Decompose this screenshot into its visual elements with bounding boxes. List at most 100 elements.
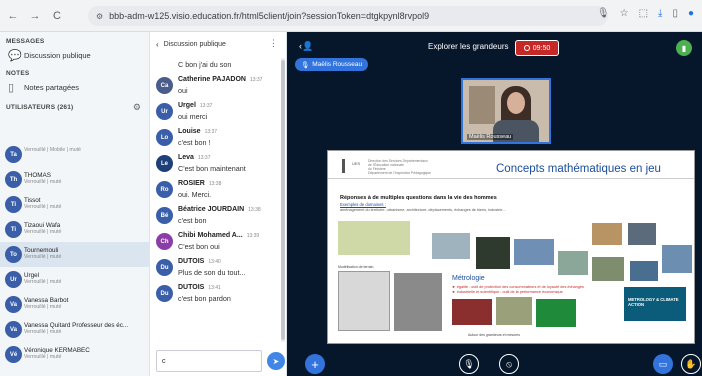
slide-caption: Autour des grandeurs et mesures <box>468 333 520 337</box>
camera-off-button[interactable]: ⦸ <box>499 354 519 374</box>
message-time: 13:37 <box>197 155 211 161</box>
message-time: 13:37 <box>204 129 218 135</box>
user-list-item[interactable]: Ti Tizaoui Wafa Verrouillé | muté <box>0 217 150 242</box>
slide-photo-image <box>592 223 622 245</box>
avatar: Lo <box>156 129 173 146</box>
microphone-muted-button[interactable]: 🎙 <box>459 354 479 374</box>
user-list-item[interactable]: Ti Tissot Verrouillé | muté <box>0 192 150 217</box>
user-list: Ta Verrouillé | Mobile | muté Th THOMAS Verr… <box>0 142 150 367</box>
reload-icon[interactable]: C <box>48 7 66 25</box>
side-panel-icon[interactable]: ▯ <box>672 8 678 19</box>
avatar: Ti <box>5 221 22 238</box>
avatar: Ur <box>156 103 173 120</box>
chat-message: Ur Urgel 13:37 oui merci <box>150 100 281 125</box>
more-options-icon[interactable]: ⋮ <box>269 38 278 49</box>
connection-status-icon[interactable]: ▮ <box>676 40 692 56</box>
slide-photo-image <box>662 245 692 273</box>
avatar: Du <box>156 259 173 276</box>
message-text: c'est bon <box>178 216 207 225</box>
avatar: Ro <box>156 181 173 198</box>
chat-message: Du DUTOIS 13:41 c'est bon pardon <box>150 282 281 307</box>
plus-actions-button[interactable]: + <box>305 354 325 374</box>
avatar: Va <box>5 296 22 313</box>
message-time: 13:37 <box>199 103 213 109</box>
slide-heading: Réponses à de multiples questions dans l… <box>340 195 497 201</box>
message-list: C bon j'ai du son Ca Catherine PAJADON 13:… <box>150 58 281 342</box>
user-list-item[interactable]: Th THOMAS Verrouillé | muté <box>0 167 150 192</box>
slide-photo-image <box>432 233 470 259</box>
bookmark-star-icon[interactable]: ☆ <box>620 8 629 19</box>
avatar: Du <box>156 285 173 302</box>
send-icon: ➤ <box>272 356 280 366</box>
chat-message-input[interactable] <box>156 350 262 372</box>
user-list-toggle-icon[interactable]: ‹👤 <box>299 41 313 52</box>
message-text: c'est bon pardon <box>178 294 231 303</box>
message-time: 13:38 <box>248 207 261 213</box>
message-continuation: C bon j'ai du son <box>150 58 281 73</box>
download-icon[interactable]: ⤓ <box>658 8 662 19</box>
avatar: Ur <box>5 271 22 288</box>
message-author: DUTOIS 13:40 <box>178 256 281 265</box>
slide-domains-text: aménagement du territoire, urbanisme, ar… <box>340 208 506 212</box>
address-bar[interactable]: ⚙ bbb-adm-w125.visio.education.fr/html5c… <box>88 6 608 26</box>
screen-share-button[interactable]: ▭ <box>653 354 673 374</box>
message-author: Chibi Mohamed A... 13:39 <box>178 230 281 239</box>
slide-title: Concepts mathématiques en jeu <box>496 163 661 175</box>
message-text: C bon j'ai du son <box>178 60 232 69</box>
site-info-icon[interactable]: ⚙ <box>96 12 103 21</box>
slide-photo-image <box>630 261 658 281</box>
sidebar-item-shared-notes[interactable]: ▯ Notes partagées <box>0 77 149 96</box>
author-name: Urgel <box>178 102 196 109</box>
users-heading: UTILISATEURS (261) <box>6 104 74 111</box>
webcam-name-label: Maëlis Rousseau <box>467 134 514 140</box>
message-author: Béatrice JOURDAIN 13:38 <box>178 204 281 213</box>
author-name: ROSIER <box>178 180 205 187</box>
message-author: Urgel 13:37 <box>178 100 281 109</box>
back-icon[interactable]: ← <box>4 7 22 25</box>
messages-heading: MESSAGES <box>6 38 45 45</box>
send-button[interactable]: ➤ <box>267 352 285 370</box>
avatar: To <box>5 246 22 263</box>
microphone-icon[interactable]: 🎙 <box>597 8 610 19</box>
sidebar-item-public-chat[interactable]: 💬 Discussion publique <box>0 45 149 64</box>
webcam-video[interactable]: Maëlis Rousseau <box>461 78 551 144</box>
chevron-left-icon[interactable]: ‹ <box>156 40 159 49</box>
gear-icon[interactable]: ⚙ <box>133 102 141 113</box>
slide-photo-image <box>628 223 656 245</box>
user-list-item[interactable]: Va Vanessa Quitard Professeur des éc... Ve… <box>0 317 150 342</box>
user-name: Urgel <box>24 272 40 279</box>
public-chat-label: Discussion publique <box>24 51 91 60</box>
scroll-thumb[interactable] <box>281 60 285 340</box>
slide-photo-image <box>514 239 554 265</box>
chat-header[interactable]: ‹ Discussion publique ⋮ <box>150 32 286 56</box>
user-name: Vanessa Barbot <box>24 297 69 304</box>
avatar: Ta <box>5 146 22 163</box>
message-time: 13:38 <box>208 181 222 187</box>
user-list-item[interactable]: Va Vanessa Barbot Verrouillé | muté <box>0 292 150 317</box>
user-list-item[interactable]: To Tournemouli Verrouillé | muté <box>0 242 150 267</box>
url-text: bbb-adm-w125.visio.education.fr/html5cli… <box>109 11 430 21</box>
raise-hand-button[interactable]: ✋ <box>681 354 701 374</box>
webcam-shelf <box>469 86 495 124</box>
chat-message: Du DUTOIS 13:40 Plus de son du tout... <box>150 256 281 281</box>
avatar: Vé <box>5 346 22 363</box>
user-name: Tournemouli <box>24 247 59 254</box>
chat-message: Le Leva 13:37 C'est bon maintenant <box>150 152 281 177</box>
metrology-badge-text: METROLOGY & CLIMATE ACTION <box>628 297 679 307</box>
user-list-item[interactable]: Ur Urgel Verrouillé | muté <box>0 267 150 292</box>
chat-scrollbar[interactable] <box>281 58 285 342</box>
forward-icon[interactable]: → <box>26 7 44 25</box>
avatar: Le <box>156 155 173 172</box>
chat-message: Ca Catherine PAJADON 13:37 oui <box>150 74 281 99</box>
message-author: DUTOIS 13:41 <box>178 282 281 291</box>
microphone-icon: 🎙 <box>301 61 310 69</box>
user-list-item[interactable]: Ta Verrouillé | Mobile | muté <box>0 142 150 167</box>
recording-indicator[interactable]: 09:50 <box>515 40 559 56</box>
profile-icon[interactable]: ● <box>688 8 694 19</box>
slide-metrology-line: ► industrielle et scientifique : outil d… <box>452 290 563 294</box>
avatar: Ch <box>156 233 173 250</box>
slide-metrology-title: Métrologie <box>452 275 485 282</box>
extensions-icon[interactable]: ⬚ <box>639 8 648 19</box>
shared-notes-label: Notes partagées <box>24 83 80 92</box>
user-list-item[interactable]: Vé Véronique KERMABEC Verrouillé | muté <box>0 342 150 367</box>
